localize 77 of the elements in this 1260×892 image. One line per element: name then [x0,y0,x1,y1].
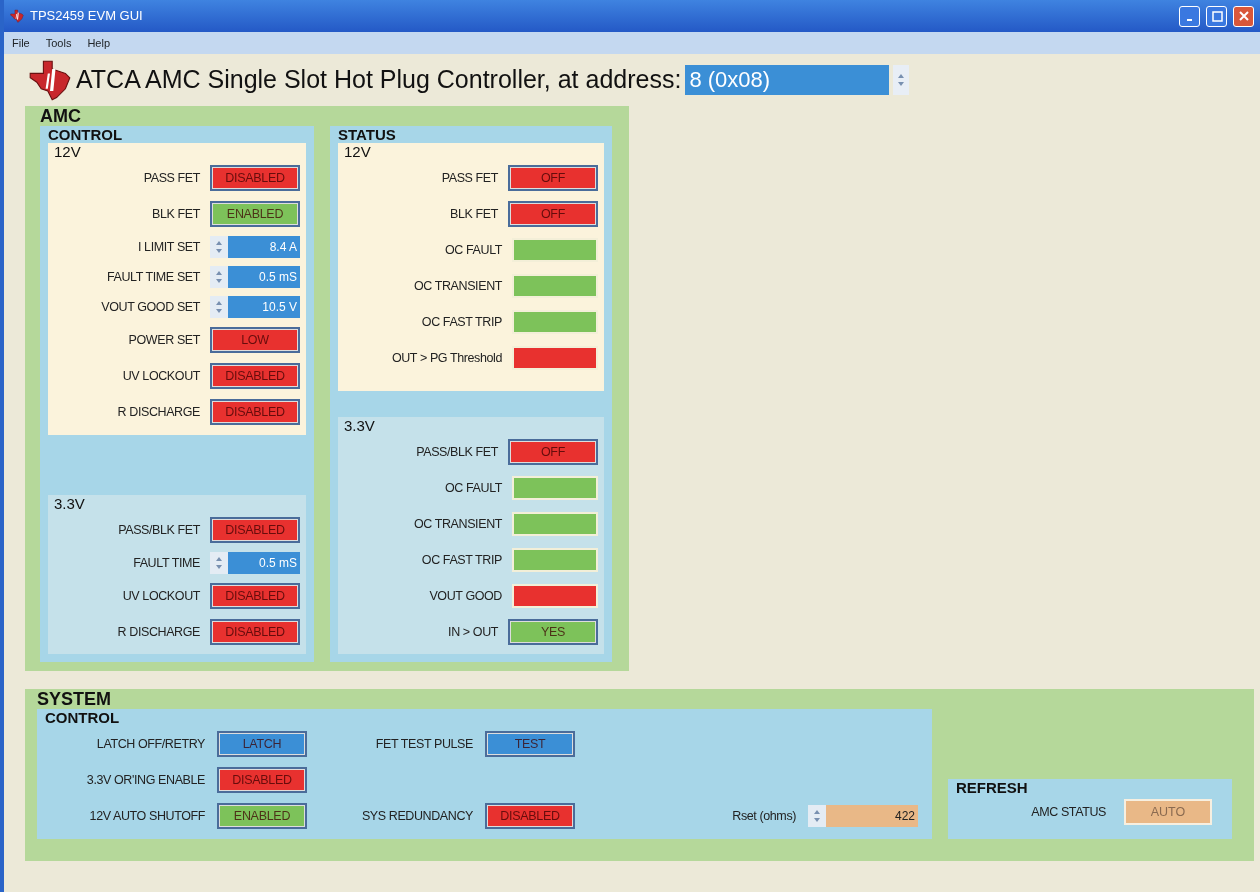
field-label: I LIMIT SET [137,238,200,256]
toggle-button[interactable]: AUTO [1124,799,1212,825]
field-label: FAULT TIME SET [106,268,200,286]
logo-icon [28,58,72,102]
field-label: PASS/BLK FET [416,443,498,461]
maximize-button[interactable] [1206,5,1227,27]
spin-arrows-icon[interactable] [813,809,821,823]
page-title: ATCA AMC Single Slot Hot Plug Controller, at address: [76,64,682,96]
toggle-button[interactable]: ENABLED [210,201,300,227]
field-label: 12V AUTO SHUTOFF [89,807,205,825]
field-label: PASS FET [441,169,498,187]
toggle-button[interactable]: DISABLED [210,363,300,389]
toggle-button[interactable]: LOW [210,327,300,353]
field-label: PASS/BLK FET [118,521,200,539]
field-label: PASS FET [143,169,200,187]
spin-arrows-icon[interactable] [215,240,223,254]
section-title: CONTROL [45,709,121,726]
toggle-button[interactable]: OFF [508,201,598,227]
menu-item[interactable]: Help [87,34,111,52]
toggle-button[interactable]: YES [508,619,598,645]
window-title: TPS2459 EVM GUI [30,7,144,26]
app-icon [10,9,24,23]
field-label: OC TRANSIENT [413,515,502,533]
menu-item[interactable]: Tools [45,34,72,52]
group-title: 3.3V [54,495,86,512]
field-label: BLK FET [450,205,498,223]
field-label: IN > OUT [448,623,498,641]
field-label: R DISCHARGE [117,403,200,421]
toggle-button[interactable]: TEST [485,731,575,757]
close-button[interactable] [1233,5,1254,27]
field-label: OUT > PG Threshold [391,349,502,367]
section-title: REFRESH [956,779,1029,796]
field-label: R DISCHARGE [117,623,200,641]
menu-item[interactable]: File [12,34,30,52]
minimize-button[interactable] [1179,5,1200,27]
group-title: 12V [344,143,372,160]
toggle-button[interactable]: DISABLED [210,399,300,425]
toggle-button[interactable]: OFF [508,439,598,465]
maximize-icon[interactable] [1210,10,1223,22]
field-label: Rset (ohms) [732,807,796,825]
field-label: VOUT GOOD [429,587,502,605]
field-label: FAULT TIME [133,554,200,572]
spin-arrows-icon[interactable] [215,270,223,284]
toggle-button[interactable]: DISABLED [217,767,307,793]
toggle-button[interactable]: LATCH [217,731,307,757]
field-label: OC FAULT [445,479,502,497]
toggle-button[interactable]: ENABLED [217,803,307,829]
toggle-button[interactable]: DISABLED [210,619,300,645]
field-label: BLK FET [152,205,200,223]
spin-arrows-icon[interactable] [215,300,223,314]
field-label: LATCH OFF/RETRY [96,735,205,753]
field-label: UV LOCKOUT [122,587,200,605]
field-label: OC FAST TRIP [421,313,502,331]
panel-title: SYSTEM [37,689,112,709]
field-label: FET TEST PULSE [375,735,473,753]
field-label: OC TRANSIENT [413,277,502,295]
toggle-button[interactable]: DISABLED [485,803,575,829]
field-label: OC FAULT [445,241,502,259]
field-label: UV LOCKOUT [122,367,200,385]
field-label: POWER SET [128,331,200,349]
toggle-button[interactable]: DISABLED [210,517,300,543]
section-title: STATUS [338,126,397,143]
field-label: SYS REDUNDANCY [361,807,473,825]
toggle-button[interactable]: DISABLED [210,165,300,191]
spin-arrows-icon[interactable] [215,556,223,570]
toggle-button[interactable]: DISABLED [210,583,300,609]
field-label: 3.3V OR'ING ENABLE [86,771,205,789]
panel-title: AMC [40,106,82,126]
group-title: 12V [54,143,82,160]
group-title: 3.3V [344,417,376,434]
field-label: AMC STATUS [1031,803,1106,821]
field-label: OC FAST TRIP [421,551,502,569]
spin-arrows-icon[interactable] [897,73,906,87]
field-label: VOUT GOOD SET [101,298,200,316]
toggle-button[interactable]: OFF [508,165,598,191]
close-icon[interactable] [1237,10,1250,22]
section-title: CONTROL [48,126,124,143]
